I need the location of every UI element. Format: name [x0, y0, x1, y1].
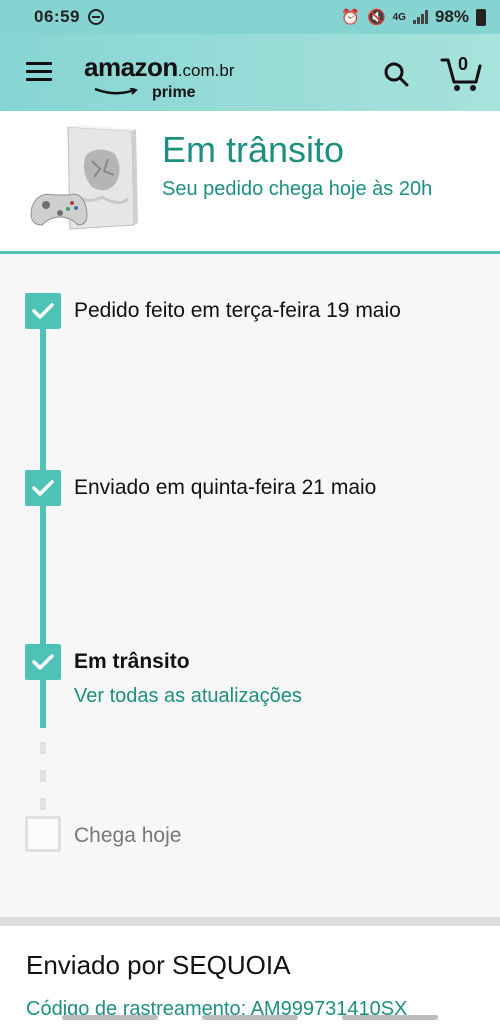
- nav-hint-recent[interactable]: [62, 1015, 158, 1020]
- logo-text: amazon: [84, 52, 178, 82]
- delivery-eta: Seu pedido chega hoje às 20h: [162, 178, 433, 200]
- delivery-status-title: Em trânsito: [162, 129, 345, 170]
- status-bar: 06:59 ⏰ 🔇 4G 98%: [0, 0, 500, 34]
- app-header: amazon.com.br prime 0: [0, 34, 500, 111]
- step-shipped-check-icon: [25, 470, 61, 506]
- step-arrives-today-label: Chega hoje: [74, 824, 182, 847]
- status-time: 06:59: [34, 7, 80, 26]
- shipped-by-heading: Enviado por SEQUOIA: [26, 950, 291, 980]
- logo-domain: .com.br: [177, 61, 235, 80]
- delivery-status-banner: Em trânsito Seu pedido chega hoje às 20h: [0, 111, 500, 254]
- shipment-timeline: Pedido feito em terça-feira 19 maio Envi…: [0, 257, 500, 917]
- section-divider: [0, 917, 500, 926]
- nav-hint-home[interactable]: [202, 1015, 298, 1020]
- product-image[interactable]: [28, 125, 138, 237]
- step-arrives-today-checkbox-icon: [25, 816, 61, 852]
- alarm-icon: ⏰: [341, 9, 360, 26]
- timeline-dash: [40, 770, 46, 782]
- search-icon[interactable]: [383, 61, 409, 87]
- cart-count: 0: [457, 54, 468, 74]
- signal-icon: [412, 10, 428, 24]
- step-shipped-label: Enviado em quinta-feira 21 maio: [74, 476, 377, 499]
- mute-icon: 🔇: [366, 9, 386, 26]
- step-in-transit-label: Em trânsito: [74, 650, 190, 673]
- timeline-dash: [40, 798, 46, 810]
- network-type: 4G: [392, 11, 406, 23]
- logo-smile-icon: [94, 88, 138, 95]
- menu-icon[interactable]: [26, 62, 52, 82]
- battery-icon: [476, 8, 486, 26]
- seller-section: Enviado por SEQUOIA Código de rastreamen…: [0, 926, 500, 1028]
- amazon-prime-logo[interactable]: amazon.com.br prime: [84, 52, 235, 101]
- nav-hint-back[interactable]: [342, 1015, 438, 1020]
- timeline-dash: [40, 742, 46, 754]
- step-in-transit-check-icon: [25, 644, 61, 680]
- step-ordered-label: Pedido feito em terça-feira 19 maio: [74, 299, 401, 322]
- logo-prime: prime: [152, 84, 196, 101]
- battery-percent: 98%: [434, 7, 469, 26]
- do-not-disturb-icon: [87, 9, 104, 25]
- view-all-updates-link[interactable]: Ver todas as atualizações: [74, 685, 302, 708]
- status-indicators: ⏰ 🔇 4G 98%: [341, 7, 486, 27]
- step-ordered-check-icon: [25, 293, 61, 329]
